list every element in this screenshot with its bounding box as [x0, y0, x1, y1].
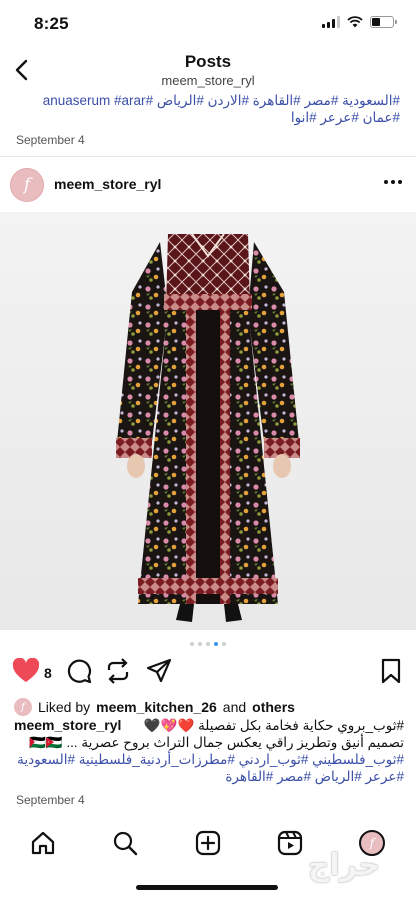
post-header: f meem_store_ryl — [0, 168, 416, 208]
more-icon[interactable] — [384, 180, 402, 184]
comment-button[interactable] — [66, 658, 92, 689]
liked-by[interactable]: f Liked by meem_kitchen_26 and others — [14, 697, 295, 717]
carousel-dot — [222, 642, 226, 646]
liked-by-prefix: Liked by — [38, 699, 91, 715]
carousel-indicator — [0, 642, 416, 646]
divider — [0, 156, 416, 157]
liked-by-user[interactable]: meem_kitchen_26 — [96, 699, 217, 715]
carousel-dot — [206, 642, 210, 646]
create-icon — [195, 830, 221, 856]
save-button[interactable] — [380, 658, 402, 689]
previous-post-tags[interactable]: #السعودية #مصر #القاهرة #الاردن #الرياض … — [10, 92, 400, 126]
previous-tags-line2[interactable]: #عمان #عرعر #انوا — [10, 109, 400, 126]
heart-icon — [12, 657, 40, 682]
watermark-logo: حراج — [307, 849, 380, 882]
battery-icon — [370, 16, 397, 28]
page-title: Posts — [184, 52, 232, 71]
post-image[interactable] — [0, 212, 416, 630]
repost-icon — [107, 658, 129, 684]
previous-tags-line1[interactable]: #السعودية #مصر #القاهرة #الاردن #الرياض … — [10, 92, 400, 109]
signal-icon — [322, 16, 340, 28]
search-icon — [113, 831, 138, 856]
liked-by-avatar: f — [14, 698, 32, 716]
home-indicator[interactable] — [136, 885, 278, 890]
like-count[interactable]: 8 — [44, 665, 52, 681]
previous-post-date: September 4 — [16, 133, 85, 147]
caption-line1: #ثوب_بروي حكاية فخامة بكل تفصيلة ❤️💖🖤 — [143, 718, 404, 733]
liked-by-others[interactable]: others — [252, 699, 295, 715]
status-icons — [322, 16, 397, 28]
caption: meem_store_ryl #ثوب_بروي حكاية فخامة بكل… — [14, 717, 404, 785]
carousel-dot — [190, 642, 194, 646]
avatar-letter: f — [23, 175, 31, 195]
avatar[interactable]: f — [10, 168, 44, 202]
tab-home[interactable] — [28, 828, 58, 858]
repost-button[interactable] — [104, 658, 132, 689]
status-bar: 8:25 — [0, 0, 416, 48]
share-icon — [146, 658, 172, 683]
page-subtitle[interactable]: meem_store_ryl — [0, 73, 416, 88]
caption-tags-line1[interactable]: #ثوب_فلسطيني #ثوب_اردني #مطرزات_أردنية_ف… — [14, 751, 404, 768]
home-icon — [31, 831, 55, 855]
liked-by-and: and — [222, 699, 247, 715]
post-actions: 8 — [0, 656, 416, 690]
battery-level — [372, 18, 380, 26]
reels-icon — [277, 830, 303, 856]
caption-username[interactable]: meem_store_ryl — [14, 717, 121, 734]
wifi-icon — [347, 16, 363, 28]
save-icon — [381, 658, 401, 684]
status-time: 8:25 — [34, 14, 69, 33]
dress-figure — [116, 233, 300, 622]
carousel-dot — [214, 642, 218, 646]
tab-reels[interactable] — [275, 828, 305, 858]
post-date: September 4 — [16, 793, 85, 807]
caption-tags-line2[interactable]: #عرعر #الرياض #مصر #القاهرة — [14, 768, 404, 785]
tab-create[interactable] — [193, 828, 223, 858]
comment-icon — [67, 659, 92, 684]
post-username[interactable]: meem_store_ryl — [54, 176, 161, 192]
caption-line2[interactable]: تصميم أنيق وتطريز راقي يعكس جمال التراث … — [14, 734, 404, 751]
like-button[interactable] — [12, 657, 40, 689]
nav-header: Posts meem_store_ryl — [0, 48, 416, 94]
carousel-dot — [198, 642, 202, 646]
tab-search[interactable] — [110, 828, 140, 858]
share-button[interactable] — [146, 658, 172, 689]
